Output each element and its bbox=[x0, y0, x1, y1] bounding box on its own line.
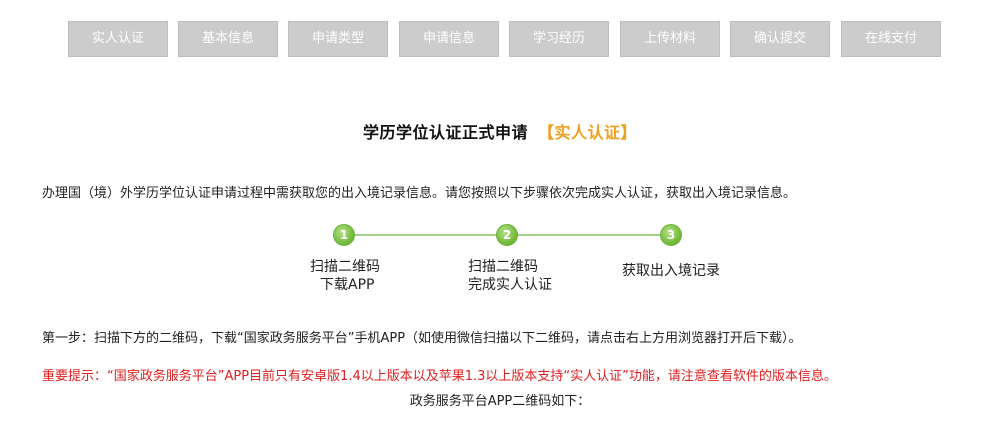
step-3-label: 获取出入境记录 bbox=[622, 262, 742, 280]
step-tabs: 实人认证 基本信息 申请类型 申请信息 学习经历 上传材料 确认提交 在线支付 bbox=[68, 21, 942, 57]
step-3-line1: 获取出入境记录 bbox=[622, 263, 720, 279]
page-title-main: 学历学位认证正式申请 bbox=[362, 123, 528, 142]
important-notice: 重要提示：“国家政务服务平台”APP目前只有安卓版1.4以上版本以及苹果1.3以… bbox=[42, 369, 837, 384]
step-2-circle: 2 bbox=[496, 224, 518, 246]
page-title-highlight: 【实人认证】 bbox=[538, 123, 638, 142]
progress-steps: 1 扫描二维码 下载APP 2 扫描二维码 完成实人认证 3 获取出入境记录 bbox=[270, 222, 730, 302]
step-2-label: 扫描二维码 完成实人认证 bbox=[468, 258, 578, 294]
tab-application-type[interactable]: 申请类型 bbox=[288, 21, 388, 57]
tab-study-history[interactable]: 学习经历 bbox=[509, 21, 609, 57]
tab-online-payment[interactable]: 在线支付 bbox=[841, 21, 941, 57]
step-2-line2: 完成实人认证 bbox=[468, 277, 552, 293]
tab-confirm-submit[interactable]: 确认提交 bbox=[730, 21, 830, 57]
step-1-line2: 下载APP bbox=[320, 277, 375, 293]
step-1-circle: 1 bbox=[333, 224, 355, 246]
step-1-instruction: 第一步：扫描下方的二维码，下载“国家政务服务平台”手机APP（如使用微信扫描以下… bbox=[42, 331, 802, 346]
step-1-label: 扫描二维码 下载APP bbox=[310, 258, 400, 294]
step-3-circle: 3 bbox=[660, 224, 682, 246]
tab-upload-materials[interactable]: 上传材料 bbox=[620, 21, 720, 57]
intro-text: 办理国（境）外学历学位认证申请过程中需获取您的出入境记录信息。请您按照以下步骤依… bbox=[42, 186, 797, 201]
tab-application-info[interactable]: 申请信息 bbox=[399, 21, 499, 57]
qr-code-caption: 政务服务平台APP二维码如下： bbox=[409, 394, 591, 409]
tab-real-person-auth[interactable]: 实人认证 bbox=[68, 21, 168, 57]
tab-basic-info[interactable]: 基本信息 bbox=[178, 21, 278, 57]
step-1-line1: 扫描二维码 bbox=[310, 259, 380, 275]
step-2-line1: 扫描二维码 bbox=[468, 259, 538, 275]
page-title: 学历学位认证正式申请 【实人认证】 bbox=[0, 119, 1000, 143]
